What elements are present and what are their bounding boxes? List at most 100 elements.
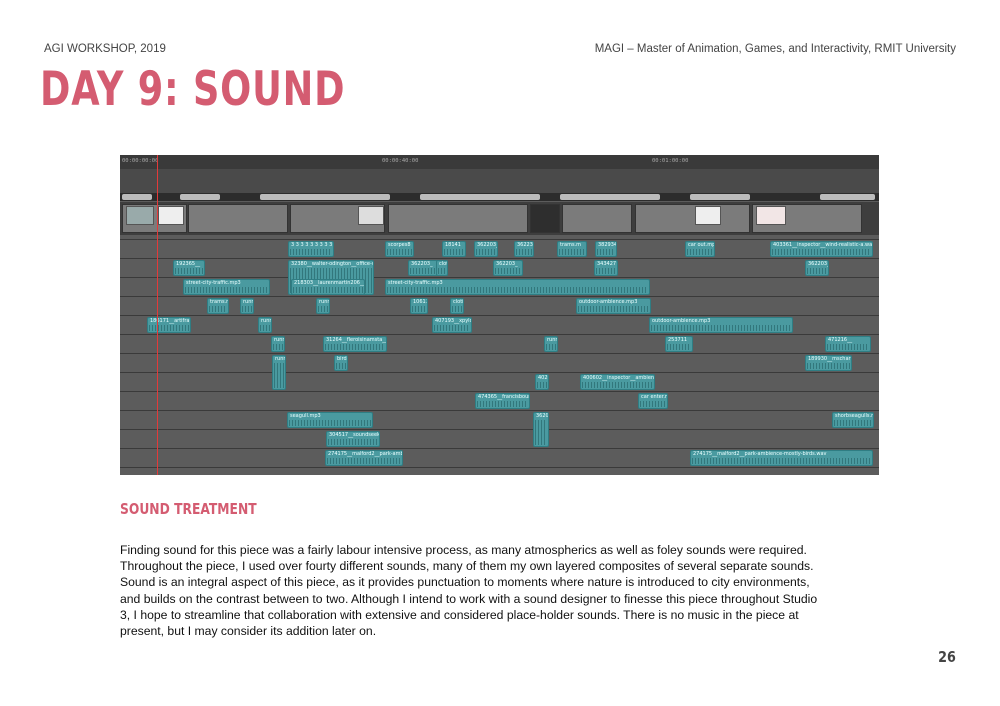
waveform [260,325,270,331]
audio-clip[interactable]: 362077 [533,412,549,447]
audio-clip-label: cloth [453,299,463,305]
audio-clip[interactable]: 362203__ [474,241,498,257]
audio-clip[interactable]: 189930__mscharw [805,355,852,371]
audio-clip[interactable]: shorbseagulls.mp [832,412,874,428]
audio-clip[interactable]: outdoor-ambience.mp3 [576,298,651,314]
track-divider [120,372,879,373]
audio-clip[interactable]: 382934_ [595,241,617,257]
audio-clip-label: outdoor-ambience.mp3 [579,299,638,305]
waveform [290,249,332,255]
waveform [185,287,268,293]
audio-clip[interactable]: street-city-traffic.mp3 [183,279,270,295]
audio-clip[interactable]: 474365__francisbourgcould [475,393,530,409]
audio-clip-label: 18141 [445,242,461,248]
audio-clip-label: 192365__ [176,261,201,267]
audio-clip[interactable]: 304517__soundseeke [326,431,380,447]
audio-clip[interactable]: 407193__xpylothis [432,317,472,333]
audio-clip[interactable]: 400602__inspector__ambience [580,374,655,390]
audio-clip-label: cloth [439,261,447,267]
audio-clip[interactable]: 40216 [535,374,549,390]
track-divider [120,258,879,259]
audio-clip[interactable]: outdoor-ambience.mp3 [649,317,793,333]
section-title: SOUND TREATMENT [120,500,257,518]
audio-clip[interactable]: 31264__fleroisinamsta__3 [323,336,387,352]
timeline-navigator [120,193,879,201]
audio-clip-label: 362203__ [477,242,497,248]
waveform [336,363,346,369]
audio-clip[interactable]: 36223 [514,241,534,257]
waveform [495,268,521,274]
audio-clip[interactable]: 362203_ [805,260,829,276]
audio-clip-label: car out.mp3 [688,242,715,248]
audio-clip-label: shorbseagulls.mp [835,413,873,419]
audio-clip[interactable]: runni [272,355,286,390]
waveform [667,344,691,350]
track-divider [120,239,879,240]
audio-clip[interactable]: car enter.mp [638,393,668,409]
audio-clip-label: 32380__walter-odington__office-with [291,261,374,267]
audio-clip[interactable]: car out.mp3 [685,241,715,257]
page-number: 26 [938,648,956,666]
waveform [149,325,189,331]
audio-clip[interactable]: 192365__ [173,260,205,276]
audio-clip[interactable]: trams.m [207,298,229,314]
ruler-tick: 00:00:00:00 [122,158,159,164]
waveform [582,382,653,388]
audio-clip[interactable]: runni [544,336,558,352]
waveform [477,401,528,407]
audio-clip[interactable]: scorpes8 [385,241,414,257]
audio-clip-label: 362203_ [808,261,829,267]
audio-clip[interactable]: 186171__artifra [147,317,191,333]
audio-clip[interactable]: street-city-traffic.mp3 [385,279,650,295]
audio-clip[interactable]: cloth [450,298,464,314]
audio-clip-label: 304517__soundseeke [329,432,380,438]
audio-clip-label: 218303__laurenmartin206__ [294,280,365,286]
audio-clip-label: 362077 [536,413,549,419]
timeline-toolbar [120,169,879,193]
waveform [412,306,426,312]
audio-clip[interactable]: runni [316,298,330,314]
waveform [387,287,648,293]
audio-clip[interactable]: seagull.mp3 [287,412,373,428]
waveform [273,344,283,350]
audio-clip[interactable]: 18141 [442,241,466,257]
audio-clip[interactable]: 10611 [410,298,428,314]
audio-clip-label: runni [261,318,271,324]
body-paragraph: Finding sound for this piece was a fairl… [120,543,818,639]
ruler-tick: 00:00:40:00 [382,158,419,164]
audio-clip-label: 36223 [517,242,533,248]
audio-clip[interactable]: 362203_ [493,260,523,276]
audio-clip[interactable]: 253711 [665,336,693,352]
audio-clip-label: 274175__malford2__park-ambien [328,451,403,457]
track-divider [120,315,879,316]
audio-clip[interactable]: 403361__inspector__wind-realistic-a.wav [770,241,873,257]
audio-clip-label: 10611 [413,299,428,305]
audio-clip[interactable]: 274175__malford2__park-ambience-mostly-b… [690,450,873,466]
audio-clip[interactable]: 218303__laurenmartin206__ [291,279,365,295]
audio-clip[interactable]: trams.m [557,241,587,257]
waveform [325,344,385,350]
audio-clip[interactable]: 471216__ [825,336,871,352]
playhead[interactable] [157,155,158,475]
waveform [242,306,252,312]
audio-clip-label: runni [275,356,285,362]
audio-clip[interactable]: runni [240,298,254,314]
audio-clip-label: 382934_ [598,242,617,248]
audio-clip[interactable]: cloth [436,260,448,276]
waveform [438,268,446,274]
page-title: DAY 9: SOUND [40,62,346,117]
waveform [651,325,791,331]
audio-clip-label: 40216 [538,375,548,381]
audio-clip[interactable]: 3 3 3 3 3 3 3 3 3 3 [288,241,334,257]
header-right-text: MAGI – Master of Animation, Games, and I… [594,43,956,55]
audio-clip[interactable]: 274175__malford2__park-ambien [325,450,403,466]
audio-clip[interactable]: runni [258,317,272,333]
waveform [387,249,412,255]
audio-clip[interactable]: 343427 [594,260,618,276]
audio-clip[interactable]: bird [334,355,348,371]
waveform [537,382,547,388]
ruler-tick: 00:01:00:00 [652,158,689,164]
waveform [640,401,666,407]
track-divider [120,467,879,468]
audio-clip[interactable]: runni [271,336,285,352]
